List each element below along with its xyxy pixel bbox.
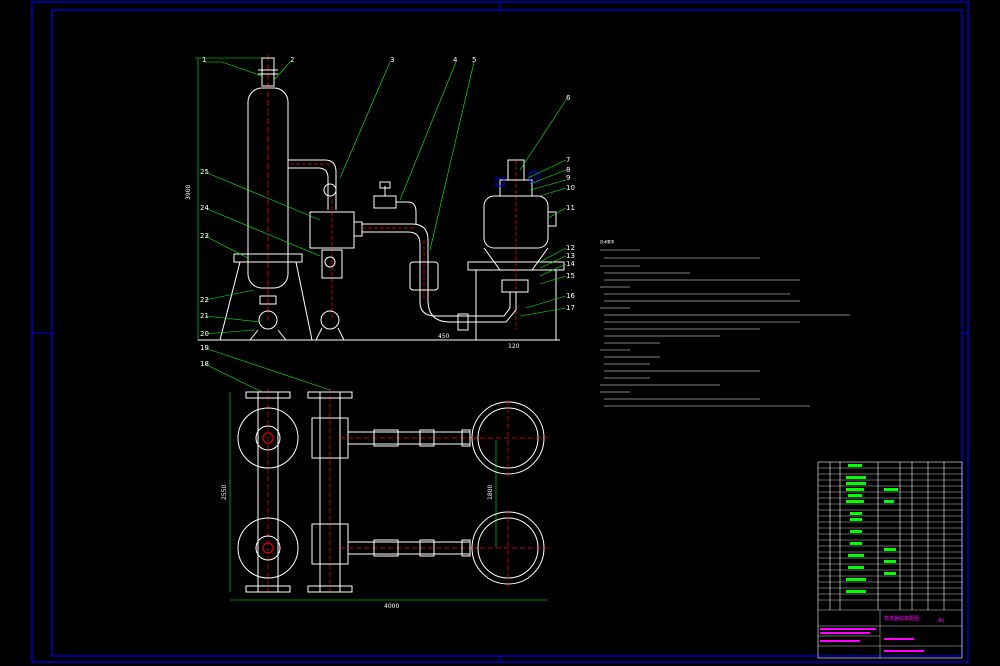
callout-15: 15 [566, 272, 575, 280]
dim-base-right: 120 [508, 343, 520, 350]
plan-view [229, 388, 548, 601]
titleblock-stamps [820, 628, 924, 652]
callout-2: 2 [290, 56, 294, 64]
elevation-view [195, 55, 565, 341]
callout-9: 9 [566, 174, 570, 182]
callout-18: 18 [200, 360, 209, 368]
callout-23: 23 [200, 232, 209, 240]
callout-24: 24 [200, 204, 209, 212]
callout-19: 19 [200, 344, 209, 352]
technical-notes: 技术要求 [600, 239, 850, 407]
callout-21: 21 [200, 312, 209, 320]
inner-frame [51, 9, 963, 657]
callout-8: 8 [566, 166, 570, 174]
callout-14: 14 [566, 260, 575, 268]
dim-height-total: 3900 [185, 185, 192, 200]
outer-frame [31, 1, 969, 663]
callout-12: 12 [566, 244, 575, 252]
callout-11: 11 [566, 204, 575, 212]
callout-13: 13 [566, 252, 575, 260]
callout-7: 7 [566, 156, 570, 164]
callouts: 1 2 3 4 5 6 7 8 9 10 11 12 13 14 15 16 1… [200, 56, 575, 368]
drawing-scale: A1 [938, 618, 945, 624]
callout-4: 4 [453, 56, 458, 64]
dim-plan-height: 2550 [221, 485, 228, 500]
notes-title: 技术要求 [600, 239, 615, 244]
dim-plan-right: 1800 [487, 485, 494, 500]
callout-25: 25 [200, 168, 209, 176]
cad-drawing: 1 2 3 4 5 6 7 8 9 10 11 12 13 14 15 16 1… [31, 1, 969, 663]
drawing-title: 蒸发器总装配图 [884, 615, 919, 622]
dim-plan-width: 4000 [384, 603, 399, 610]
callout-10: 10 [566, 184, 575, 192]
callout-3: 3 [390, 56, 394, 64]
callout-5: 5 [472, 56, 476, 64]
callout-22: 22 [200, 296, 209, 304]
callout-6: 6 [566, 94, 571, 102]
parts-names [846, 464, 898, 593]
dim-base-span: 450 [438, 333, 450, 340]
callout-1: 1 [202, 56, 206, 64]
callout-20: 20 [200, 330, 209, 338]
callout-17: 17 [566, 304, 575, 312]
callout-16: 16 [566, 292, 575, 300]
